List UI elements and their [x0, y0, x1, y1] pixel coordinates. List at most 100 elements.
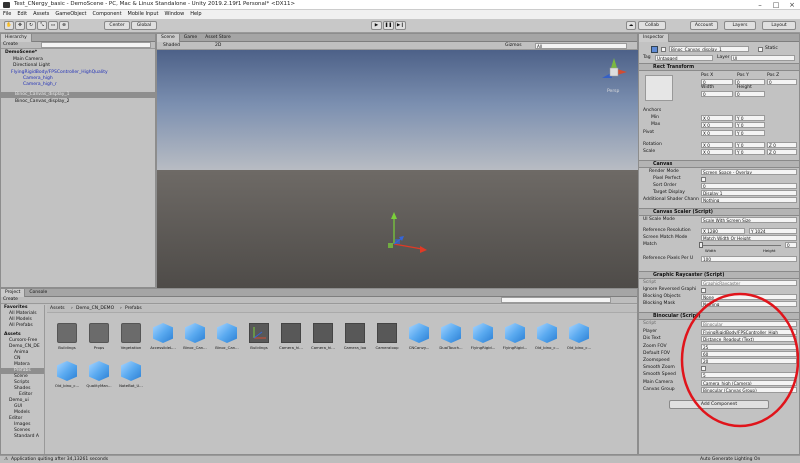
layer-dropdown[interactable]: UI — [731, 55, 795, 61]
scene-view-panel[interactable]: Scene Game Asset Store Shaded 2D Gizmos Al… — [156, 33, 639, 289]
scale-z-field[interactable]: Z 0 — [767, 149, 797, 155]
hierarchy-scene-row[interactable]: DemoScene* — [1, 50, 155, 56]
asset-item[interactable]: Binoc_Can... — [215, 323, 239, 357]
hierarchy-item-selected[interactable]: Binoc_Canvas_display_1 — [1, 92, 155, 98]
ui-scale-mode-dropdown[interactable]: Scale With Screen Size — [701, 217, 797, 223]
reference-x-field[interactable]: X 1280 — [701, 228, 745, 234]
project-create-button[interactable]: Create — [3, 297, 18, 303]
asset-item[interactable]: Buildings — [55, 323, 79, 357]
shading-mode-dropdown[interactable]: Shaded — [163, 43, 180, 49]
asset-item[interactable]: Camera_loo — [343, 323, 367, 357]
tree-item[interactable]: Standard A — [14, 434, 39, 440]
shader-channels-dropdown[interactable]: Nothing — [701, 197, 797, 203]
menu-file[interactable]: File — [0, 10, 14, 19]
asset-item[interactable]: Camera_hi... — [311, 323, 335, 357]
posz-field[interactable]: 0 — [767, 79, 797, 85]
scene-search-input[interactable]: All — [535, 43, 627, 49]
asset-item[interactable]: FlyingRigid... — [503, 323, 527, 357]
max-x-field[interactable]: X 0 — [701, 122, 733, 128]
global-local-button[interactable]: Global — [131, 21, 157, 30]
layout-dropdown[interactable]: Layout — [762, 21, 796, 30]
tab-hierarchy[interactable]: Hierarchy — [1, 34, 32, 42]
project-search-input[interactable] — [501, 297, 611, 303]
tab-game[interactable]: Game — [180, 34, 201, 42]
asset-item[interactable]: Binoc_Can... — [183, 323, 207, 357]
menu-mobile-input[interactable]: Mobile Input — [125, 10, 162, 19]
rotate-tool-icon[interactable]: ↻ — [26, 21, 36, 30]
pivot-x-field[interactable]: X 0 — [701, 130, 733, 136]
menu-component[interactable]: Component — [90, 10, 125, 19]
gizmos-dropdown[interactable]: Gizmos — [505, 43, 522, 49]
maximize-icon[interactable]: □ — [768, 0, 784, 10]
tree-item[interactable]: All Prefabs — [9, 323, 33, 329]
tab-asset-store[interactable]: Asset Store — [201, 34, 235, 42]
width-field[interactable]: 0 — [701, 91, 733, 97]
pivot-y-field[interactable]: Y 0 — [735, 130, 765, 136]
tag-dropdown[interactable]: Untagged — [655, 55, 713, 61]
cloud-icon[interactable]: ☁ — [626, 21, 636, 30]
pixel-perfect-checkbox[interactable] — [701, 177, 706, 182]
pivot-center-button[interactable]: Center — [104, 21, 130, 30]
hierarchy-search-input[interactable] — [41, 42, 151, 48]
rotation-z-field[interactable]: Z 0 — [767, 142, 797, 148]
min-y-field[interactable]: Y 0 — [735, 115, 765, 121]
move-handle-gizmo[interactable] — [382, 209, 432, 259]
close-icon[interactable]: × — [784, 0, 800, 10]
breadcrumb-assets[interactable]: Assets — [50, 306, 65, 312]
tab-console[interactable]: Console — [25, 289, 51, 297]
step-icon[interactable]: ▶❙ — [395, 21, 406, 30]
static-checkbox[interactable] — [758, 47, 763, 52]
scene-orientation-gizmo[interactable] — [599, 56, 629, 90]
move-tool-icon[interactable]: ✥ — [15, 21, 25, 30]
object-name-field[interactable]: Binoc_Canvas_display_1 — [669, 46, 749, 52]
match-value-field[interactable]: 0 — [785, 242, 797, 248]
account-dropdown[interactable]: Account — [690, 21, 718, 30]
asset-item[interactable]: Old_bino_c... — [535, 323, 559, 357]
transform-tool-icon[interactable]: ⊕ — [59, 21, 69, 30]
asset-item[interactable]: FlyingRigid... — [471, 323, 495, 357]
asset-item[interactable]: Old_bino_c... — [55, 361, 79, 395]
target-display-dropdown[interactable]: Display 1 — [701, 190, 797, 196]
hierarchy-item[interactable]: Camera_high_r — [23, 82, 57, 88]
screen-match-mode-dropdown[interactable]: Match Width Or Height — [701, 235, 797, 241]
rect-tool-icon[interactable]: ▭ — [48, 21, 58, 30]
pause-icon[interactable]: ❚❚ — [383, 21, 394, 30]
hierarchy-item[interactable]: Binoc_Canvas_display_2 — [15, 99, 70, 105]
tab-project[interactable]: Project — [1, 289, 26, 297]
minimize-icon[interactable]: – — [752, 0, 768, 10]
asset-item[interactable]: QualityMan... — [86, 361, 112, 395]
play-icon[interactable]: ▶ — [371, 21, 382, 30]
render-mode-dropdown[interactable]: Screen Space - Overlay — [701, 169, 797, 175]
breadcrumb-demo[interactable]: Demo_CN_DEMO — [76, 306, 114, 312]
rect-transform-header[interactable]: Rect Transform — [639, 63, 799, 71]
asset-item[interactable]: Buildings — [247, 323, 271, 357]
rotation-y-field[interactable]: Y 0 — [735, 142, 765, 148]
menu-help[interactable]: Help — [187, 10, 204, 19]
match-slider-track[interactable] — [701, 245, 781, 246]
max-y-field[interactable]: Y 0 — [735, 122, 765, 128]
canvas-scaler-header[interactable]: Canvas Scaler (Script) — [639, 208, 799, 216]
asset-item[interactable]: Vegetation — [119, 323, 143, 357]
2d-toggle[interactable]: 2D — [215, 43, 221, 49]
asset-item[interactable]: AccessibleL... — [150, 323, 176, 357]
collab-button[interactable]: Collab — [638, 21, 666, 30]
anchors-foldout[interactable]: Anchors — [643, 108, 661, 114]
status-message[interactable]: Application quiting after 34,13261 secon… — [11, 457, 108, 463]
active-checkbox[interactable] — [661, 47, 666, 52]
menu-edit[interactable]: Edit — [14, 10, 30, 19]
asset-item[interactable]: Old_bino_c... — [567, 323, 591, 357]
tab-scene[interactable]: Scene — [157, 34, 180, 42]
scale-x-field[interactable]: X 0 — [701, 149, 733, 155]
menu-gameobject[interactable]: GameObject — [52, 10, 89, 19]
reference-y-field[interactable]: Y 1024 — [749, 228, 797, 234]
persp-label[interactable]: Persp — [607, 89, 619, 95]
menu-window[interactable]: Window — [161, 10, 187, 19]
anchor-presets-icon[interactable] — [645, 75, 673, 101]
hierarchy-create-button[interactable]: Create — [3, 42, 18, 48]
asset-item[interactable]: Cameraloop — [375, 323, 399, 357]
hand-tool-icon[interactable]: ✋ — [4, 21, 14, 30]
asset-item[interactable]: NoteBot_U... — [119, 361, 143, 395]
hierarchy-item[interactable]: Directional Light — [13, 63, 50, 69]
breadcrumb-prefabs[interactable]: Prefabs — [125, 306, 142, 312]
reference-ppu-field[interactable]: 100 — [701, 256, 797, 262]
